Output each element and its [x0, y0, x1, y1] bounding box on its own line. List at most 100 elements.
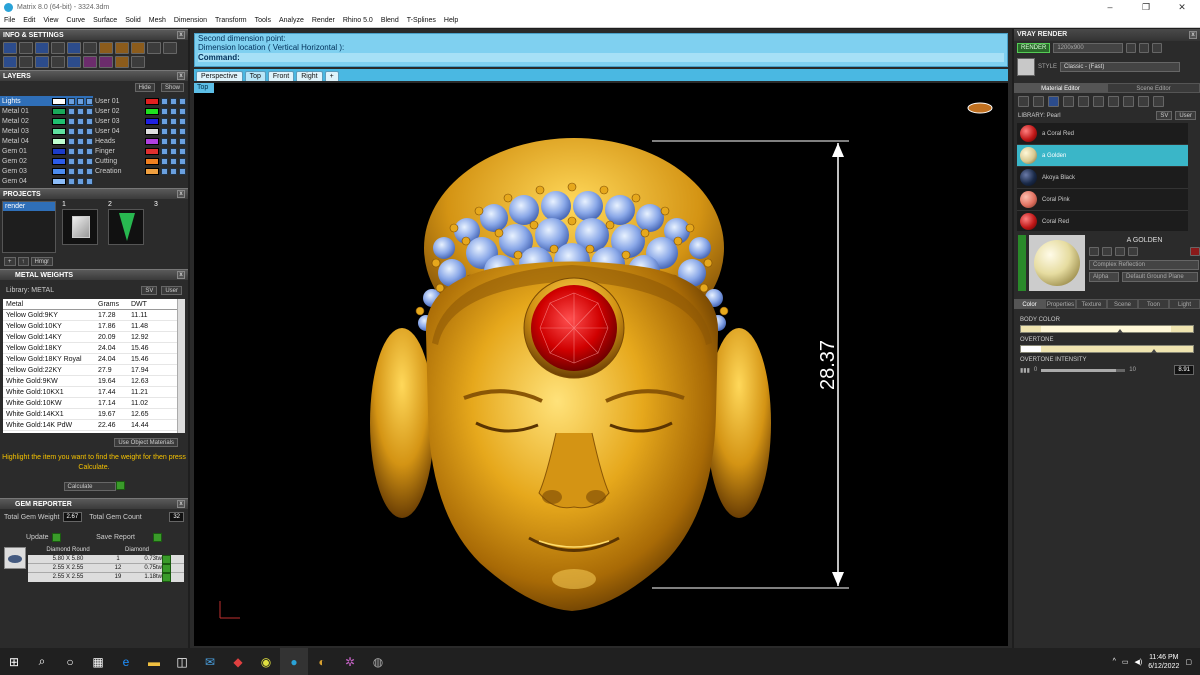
close-icon[interactable]: x	[177, 72, 185, 80]
texture-icon[interactable]	[1078, 96, 1089, 107]
alpha-field[interactable]: Alpha	[1089, 272, 1119, 282]
layer-row[interactable]: Metal 01	[0, 106, 93, 116]
close-icon[interactable]: x	[177, 500, 185, 508]
table-row[interactable]: 2.55 X 2.55 19 1.18tw	[28, 573, 184, 582]
tool-icon[interactable]	[67, 42, 81, 54]
visible-icon[interactable]	[179, 137, 186, 145]
tool-icon[interactable]	[19, 42, 33, 54]
lock-icon[interactable]	[68, 117, 75, 125]
menu-dimension[interactable]: Dimension	[170, 17, 211, 24]
tab-light[interactable]: Light	[1169, 299, 1200, 309]
visible-icon[interactable]	[86, 167, 93, 175]
menu-rhino[interactable]: Rhino 5.0	[339, 17, 377, 24]
matrix-app-icon[interactable]: ●	[280, 648, 308, 675]
tool-icon[interactable]	[131, 42, 145, 54]
lock-icon[interactable]	[68, 167, 75, 175]
layers-show-button[interactable]: Show	[160, 83, 184, 92]
tab-scene-editor[interactable]: Scene Editor	[1107, 83, 1200, 93]
close-icon[interactable]: x	[177, 190, 185, 198]
user-button[interactable]: User	[1175, 111, 1196, 120]
table-row[interactable]: Yellow Gold:10KY 17.86 11.48	[3, 321, 185, 332]
layer-row[interactable]: User 02	[93, 106, 186, 116]
play-icon[interactable]	[153, 533, 162, 542]
bulb-icon[interactable]	[170, 97, 177, 105]
reset-icon[interactable]	[1190, 247, 1200, 256]
layer-color-swatch[interactable]	[52, 117, 66, 125]
lock-icon[interactable]	[161, 127, 168, 135]
tab-perspective[interactable]: Perspective	[196, 71, 243, 81]
calculate-button[interactable]: Calculate	[63, 482, 116, 491]
layer-row[interactable]: Gem 04	[0, 176, 93, 186]
render-button[interactable]: RENDER	[1017, 43, 1051, 53]
table-row[interactable]: White Gold:14K PdW 22.46 14.44	[3, 420, 185, 431]
bulb-icon[interactable]	[77, 167, 84, 175]
tab-right[interactable]: Right	[296, 71, 323, 81]
chrome-icon[interactable]: ◉	[252, 648, 280, 675]
tool-icon[interactable]	[99, 42, 113, 54]
up-arrow-icon[interactable]: ↑	[17, 257, 29, 266]
tab-top[interactable]: Top	[244, 71, 266, 81]
visible-icon[interactable]	[86, 97, 93, 105]
plus-icon[interactable]	[1152, 43, 1163, 53]
tool-icon[interactable]	[99, 56, 113, 68]
table-row[interactable]: Yellow Gold:18KY 24.04 15.46	[3, 343, 185, 354]
visible-icon[interactable]	[86, 137, 93, 145]
visible-icon[interactable]	[86, 127, 93, 135]
tool-icon[interactable]	[51, 42, 65, 54]
layer-row[interactable]: Gem 01	[0, 146, 93, 156]
play-icon[interactable]	[115, 481, 125, 491]
save-icon[interactable]	[1128, 247, 1138, 256]
table-scrollbar[interactable]	[177, 299, 185, 433]
tool-icon[interactable]	[35, 56, 49, 68]
tool-icon[interactable]	[83, 42, 97, 54]
layer-color-swatch[interactable]	[52, 147, 66, 155]
close-icon[interactable]: ✕	[1164, 0, 1200, 14]
layer-color-swatch[interactable]	[145, 97, 159, 105]
close-icon[interactable]: x	[1189, 31, 1197, 39]
layer-color-swatch[interactable]	[145, 137, 159, 145]
table-row[interactable]: Yellow Gold:14KY 20.09 12.92	[3, 332, 185, 343]
layer-row[interactable]: Lights	[0, 96, 93, 106]
tool-icon[interactable]	[147, 42, 161, 54]
layer-color-swatch[interactable]	[52, 97, 66, 105]
update-button[interactable]: Update	[26, 534, 49, 541]
layer-row[interactable]: Cutting	[93, 156, 186, 166]
project-thumb[interactable]: 2	[106, 201, 146, 253]
bulb-icon[interactable]	[77, 117, 84, 125]
layer-color-swatch[interactable]	[52, 127, 66, 135]
tool-icon[interactable]	[51, 56, 65, 68]
menu-view[interactable]: View	[39, 17, 62, 24]
list-item[interactable]: a Golden	[1017, 145, 1188, 167]
layer-color-swatch[interactable]	[52, 107, 66, 115]
visible-icon[interactable]	[179, 147, 186, 155]
bulb-icon[interactable]	[77, 97, 84, 105]
edge-icon[interactable]: e	[112, 648, 140, 675]
hmgr-button[interactable]: Hmgr	[30, 257, 54, 266]
layer-color-swatch[interactable]	[145, 167, 159, 175]
intensity-value[interactable]: 8.91	[1174, 365, 1194, 375]
metal-icon[interactable]	[1063, 96, 1074, 107]
layer-row[interactable]: Heads	[93, 136, 186, 146]
bulb-icon[interactable]	[170, 147, 177, 155]
layer-color-swatch[interactable]	[145, 127, 159, 135]
add-tab-button[interactable]: +	[324, 71, 339, 81]
restore-icon[interactable]: ❐	[1128, 0, 1164, 14]
command-input[interactable]: Command:	[198, 53, 1004, 62]
layer-row[interactable]: Finger	[93, 146, 186, 156]
network-app-icon[interactable]: ✲	[336, 648, 364, 675]
body-color-slider[interactable]	[1020, 325, 1194, 333]
list-item[interactable]: Coral Pink	[1017, 189, 1188, 211]
tab-material-editor[interactable]: Material Editor	[1014, 83, 1107, 93]
tab-texture[interactable]: Texture	[1076, 299, 1107, 309]
bulb-icon[interactable]	[170, 167, 177, 175]
lock-icon[interactable]	[161, 117, 168, 125]
tool-icon[interactable]	[131, 56, 145, 68]
lock-icon[interactable]	[161, 167, 168, 175]
reflection-dropdown[interactable]: Complex Reflection	[1089, 260, 1199, 270]
pearl-icon[interactable]	[1048, 96, 1059, 107]
menu-transform[interactable]: Transform	[211, 17, 251, 24]
heart-icon[interactable]	[1138, 96, 1149, 107]
user-button[interactable]: User	[161, 286, 182, 295]
visible-icon[interactable]	[179, 97, 186, 105]
menu-tsplines[interactable]: T-Splines	[403, 17, 440, 24]
